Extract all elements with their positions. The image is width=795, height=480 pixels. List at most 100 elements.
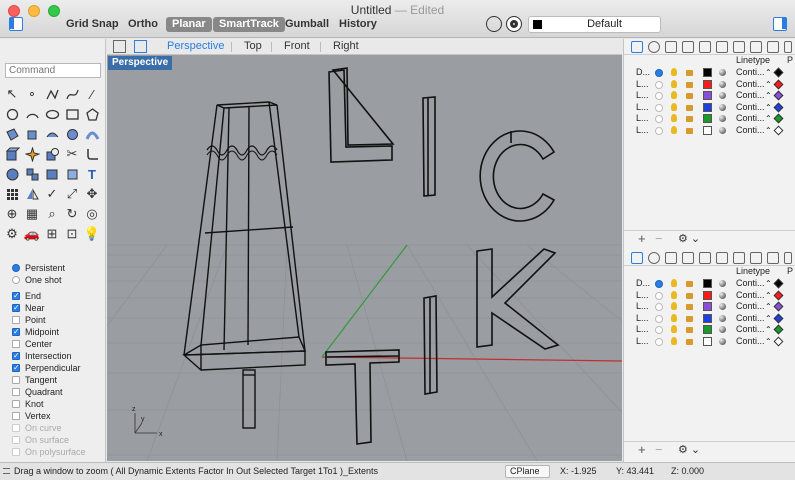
lightbulb-icon[interactable]	[671, 302, 677, 310]
environment-icon[interactable]	[716, 41, 728, 53]
layer-row[interactable]: L... Conti... ⌃	[624, 313, 795, 325]
render-car-icon[interactable]: 🚗	[22, 224, 42, 244]
linetype-value[interactable]: Conti...	[736, 324, 765, 335]
lightbulb-icon[interactable]	[671, 279, 677, 287]
camera-icon[interactable]	[699, 252, 711, 264]
arc-icon[interactable]	[22, 104, 42, 124]
lightbulb-icon[interactable]	[671, 325, 677, 333]
material-sphere-icon[interactable]	[719, 280, 726, 287]
print-color-icon[interactable]	[773, 290, 784, 300]
osnap-midpoint[interactable]: Midpoint	[12, 326, 104, 338]
material-sphere-icon[interactable]	[719, 126, 726, 134]
current-layer-radio-icon[interactable]	[655, 303, 663, 311]
lightbulb-icon[interactable]	[671, 114, 677, 122]
lightbulb-icon[interactable]: 💡	[82, 224, 102, 244]
history-button[interactable]: History	[333, 17, 383, 32]
gear-icon[interactable]: ⚙ ⌄	[678, 443, 700, 456]
remove-layer-icon[interactable]: −	[655, 231, 663, 246]
lock-icon[interactable]	[686, 81, 693, 88]
surface-icon[interactable]	[2, 124, 22, 144]
osnap-vertex[interactable]: Vertex	[12, 410, 104, 422]
osnap-point[interactable]: Point	[12, 314, 104, 326]
print-color-icon[interactable]	[773, 102, 784, 112]
join-icon[interactable]	[22, 164, 42, 184]
print-color-icon[interactable]	[773, 324, 784, 335]
linetype-value[interactable]: Conti...	[736, 290, 765, 301]
right-sidebar-toggle-icon[interactable]	[773, 17, 787, 31]
scale-icon[interactable]: ⤢	[62, 184, 82, 204]
command-input[interactable]	[5, 63, 101, 78]
print-color-icon[interactable]	[773, 278, 784, 289]
viewport-title[interactable]: Perspective	[108, 56, 173, 70]
linetype-value[interactable]: Conti...	[736, 301, 765, 312]
text-icon[interactable]: T	[82, 164, 102, 184]
one-shot-option[interactable]: One shot	[12, 274, 104, 286]
more-icon[interactable]	[784, 252, 792, 264]
tab-top[interactable]: Top	[244, 40, 262, 52]
lock-icon[interactable]	[686, 315, 693, 322]
lock-icon[interactable]	[686, 116, 693, 122]
ellipse-icon[interactable]	[42, 104, 62, 124]
material-sphere-icon[interactable]	[719, 337, 726, 345]
linetype-dropdown-icon[interactable]: ⌃	[765, 290, 772, 301]
dimension-icon[interactable]: ⊕	[2, 204, 22, 224]
lightbulb-icon[interactable]	[671, 68, 677, 76]
linetype-dropdown-icon[interactable]: ⌃	[765, 301, 772, 312]
array-icon[interactable]	[2, 184, 22, 204]
material-sphere-icon[interactable]	[719, 69, 726, 76]
linetype-dropdown-icon[interactable]: ⌃	[765, 324, 772, 335]
layer-color-swatch[interactable]	[703, 290, 712, 300]
ortho-button[interactable]: Ortho	[122, 17, 164, 32]
display-icon[interactable]	[767, 41, 779, 53]
material-icon[interactable]	[648, 41, 660, 53]
loft-icon[interactable]	[42, 124, 62, 144]
lock-icon[interactable]	[686, 304, 693, 310]
move-icon[interactable]: ✥	[82, 184, 102, 204]
object-icon[interactable]	[682, 252, 694, 264]
layer-color-swatch[interactable]	[703, 102, 712, 112]
print-color-icon[interactable]	[773, 313, 784, 323]
light-icon[interactable]	[665, 252, 677, 264]
print-color-icon[interactable]	[773, 90, 784, 101]
layer-color-swatch[interactable]	[703, 302, 712, 311]
layer-color-swatch[interactable]	[703, 79, 712, 89]
box-icon[interactable]	[2, 144, 22, 164]
current-layer-radio-icon[interactable]	[655, 115, 663, 123]
layer-row[interactable]: L... Conti... ⌃	[624, 125, 795, 137]
cplane-selector[interactable]: CPlane	[505, 465, 550, 478]
command-history-icon[interactable]	[3, 468, 10, 474]
rotate-icon[interactable]: ↻	[62, 204, 82, 224]
print-color-icon[interactable]	[773, 336, 784, 346]
environment-icon[interactable]	[716, 252, 728, 264]
material-sphere-icon[interactable]	[719, 80, 726, 88]
sphere-icon[interactable]	[2, 164, 22, 184]
trim-icon[interactable]: ✂	[62, 144, 82, 164]
revolve-icon[interactable]	[62, 124, 82, 144]
add-layer-icon[interactable]: +	[638, 442, 646, 457]
mirror-icon[interactable]	[22, 184, 42, 204]
lightbulb-icon[interactable]	[671, 313, 677, 322]
material-sphere-icon[interactable]	[719, 103, 726, 111]
tab-perspective[interactable]: Perspective	[167, 40, 224, 52]
print-color-icon[interactable]	[773, 125, 784, 135]
lock-icon[interactable]	[686, 327, 693, 333]
material-sphere-icon[interactable]	[719, 92, 726, 99]
target-icon[interactable]	[506, 16, 522, 32]
material-icon[interactable]	[648, 252, 660, 264]
layer-row[interactable]: L... Conti... ⌃	[624, 79, 795, 91]
linetype-value[interactable]: Conti...	[736, 313, 765, 324]
print-color-icon[interactable]	[773, 301, 784, 312]
current-layer-selector[interactable]: Default	[528, 16, 661, 33]
zoom-window-icon[interactable]: ⊡	[62, 224, 82, 244]
layer-color-swatch[interactable]	[703, 279, 712, 288]
material-sphere-icon[interactable]	[719, 314, 726, 322]
polyline-icon[interactable]	[42, 84, 62, 104]
remove-layer-icon[interactable]: −	[655, 442, 663, 457]
osnap-near[interactable]: Near	[12, 302, 104, 314]
point-icon[interactable]: ∘	[22, 84, 42, 104]
grid-snap-button[interactable]: Grid Snap	[60, 17, 125, 32]
object-icon[interactable]	[682, 41, 694, 53]
left-sidebar-toggle-icon[interactable]	[9, 17, 23, 31]
lightbulb-icon[interactable]	[671, 91, 677, 99]
lightbulb-icon[interactable]	[671, 125, 677, 134]
